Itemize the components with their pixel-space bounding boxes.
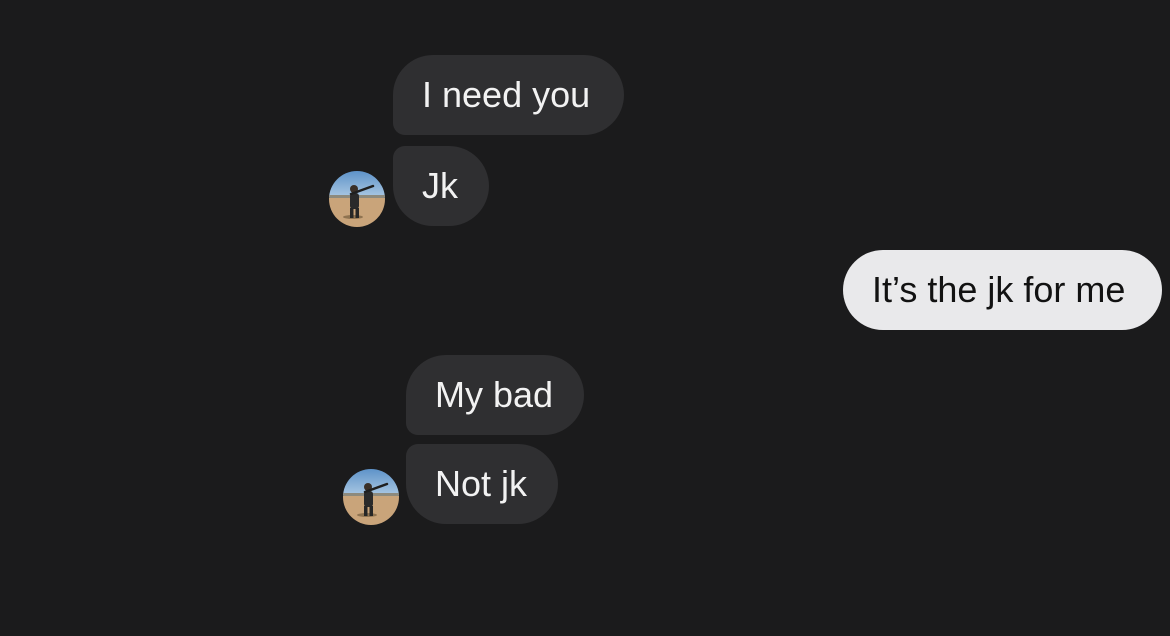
- message-bubble-incoming[interactable]: I need you: [393, 55, 624, 135]
- sender-avatar[interactable]: [329, 171, 385, 227]
- message-bubble-incoming[interactable]: Jk: [393, 146, 489, 226]
- message-bubble-incoming[interactable]: Not jk: [406, 444, 558, 524]
- message-bubble-outgoing[interactable]: It’s the jk for me: [843, 250, 1162, 330]
- sender-avatar[interactable]: [343, 469, 399, 525]
- message-bubble-incoming[interactable]: My bad: [406, 355, 584, 435]
